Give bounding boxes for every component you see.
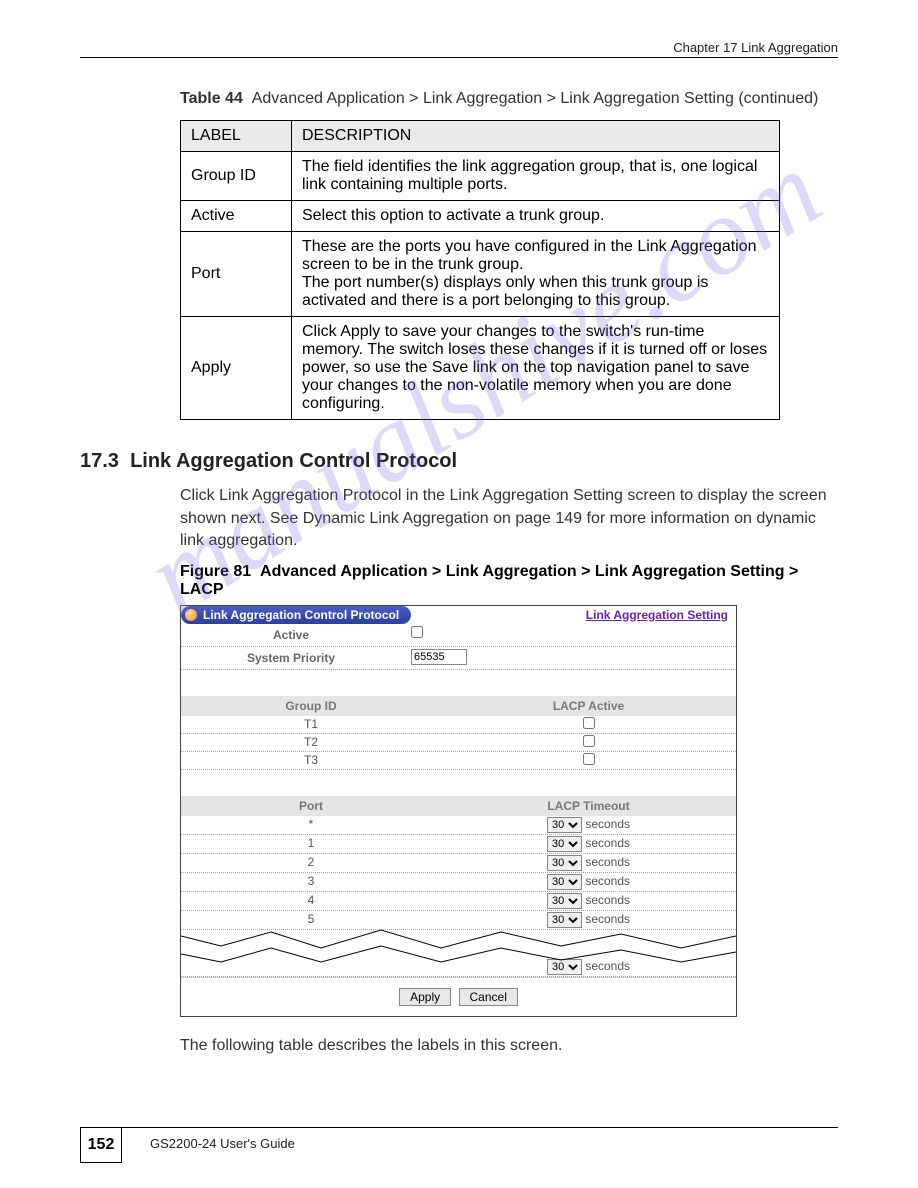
lower-paragraph: The following table describes the labels… bbox=[180, 1035, 838, 1057]
port-cell: 4 bbox=[181, 892, 441, 910]
cell-desc: Click Apply to save your changes to the … bbox=[292, 317, 780, 420]
footer-text: GS2200-24 User's Guide bbox=[150, 1136, 295, 1151]
port-row: * 30 seconds bbox=[181, 816, 736, 835]
group-id-cell: T1 bbox=[181, 716, 441, 733]
lacp-screenshot: Link Aggregation Control Protocol Link A… bbox=[180, 605, 737, 1017]
sphere-icon bbox=[185, 609, 197, 621]
param-head-desc: DESCRIPTION bbox=[292, 121, 780, 152]
table-caption-num: Table 44 bbox=[180, 90, 243, 107]
lacp-timeout-select[interactable]: 30 bbox=[547, 817, 582, 833]
port-table-header: Port LACP Timeout bbox=[181, 796, 736, 816]
chapter-header: Chapter 17 Link Aggregation bbox=[80, 40, 838, 55]
cell-desc: These are the ports you have configured … bbox=[292, 232, 780, 317]
lacp-timeout-select[interactable]: 30 bbox=[547, 893, 582, 909]
table-row: Group ID The field identifies the link a… bbox=[181, 152, 780, 201]
port-cell: 2 bbox=[181, 854, 441, 872]
timeout-unit: seconds bbox=[585, 874, 630, 888]
lacp-active-checkbox[interactable] bbox=[583, 735, 595, 747]
table-caption: Table 44 Advanced Application > Link Agg… bbox=[180, 88, 838, 110]
cell-label: Port bbox=[181, 232, 292, 317]
section-heading: 17.3 Link Aggregation Control Protocol bbox=[80, 450, 838, 473]
table-row: Apply Click Apply to save your changes t… bbox=[181, 317, 780, 420]
section-title: Link Aggregation Control Protocol bbox=[130, 450, 457, 472]
section-paragraph: Click Link Aggregation Protocol in the L… bbox=[180, 485, 838, 552]
timeout-unit: seconds bbox=[585, 817, 630, 831]
col-group-id: Group ID bbox=[181, 696, 441, 716]
torn-edge bbox=[181, 924, 736, 964]
parameter-table: LABEL DESCRIPTION Group ID The field ide… bbox=[180, 120, 780, 420]
col-lacp-active: LACP Active bbox=[441, 696, 736, 716]
port-row: 3 30 seconds bbox=[181, 873, 736, 892]
group-table-header: Group ID LACP Active bbox=[181, 696, 736, 716]
port-cell: 1 bbox=[181, 835, 441, 853]
group-row: T1 bbox=[181, 716, 736, 734]
figure-title: Advanced Application > Link Aggregation … bbox=[180, 563, 798, 598]
lacp-active-checkbox[interactable] bbox=[583, 717, 595, 729]
cancel-button[interactable]: Cancel bbox=[459, 988, 518, 1006]
figure-caption: Figure 81 Advanced Application > Link Ag… bbox=[180, 563, 838, 599]
port-row: 1 30 seconds bbox=[181, 835, 736, 854]
table-row: Active Select this option to activate a … bbox=[181, 201, 780, 232]
timeout-unit: seconds bbox=[585, 855, 630, 869]
lacp-active-checkbox[interactable] bbox=[583, 753, 595, 765]
col-port: Port bbox=[181, 796, 441, 816]
cell-label: Group ID bbox=[181, 152, 292, 201]
table-row: Port These are the ports you have config… bbox=[181, 232, 780, 317]
lacp-timeout-select[interactable]: 30 bbox=[547, 836, 582, 852]
lacp-timeout-select[interactable]: 30 bbox=[547, 874, 582, 890]
link-aggregation-setting-link[interactable]: Link Aggregation Setting bbox=[586, 608, 728, 622]
timeout-unit: seconds bbox=[585, 893, 630, 907]
group-id-cell: T2 bbox=[181, 734, 441, 751]
system-priority-label: System Priority bbox=[181, 649, 401, 667]
cell-label: Apply bbox=[181, 317, 292, 420]
system-priority-input[interactable] bbox=[411, 649, 467, 665]
group-row: T3 bbox=[181, 752, 736, 770]
port-cell: * bbox=[181, 816, 441, 834]
active-checkbox[interactable] bbox=[411, 626, 423, 638]
timeout-unit: seconds bbox=[585, 836, 630, 850]
lacp-timeout-select[interactable]: 30 bbox=[547, 855, 582, 871]
cell-desc: The field identifies the link aggregatio… bbox=[292, 152, 780, 201]
port-row: 2 30 seconds bbox=[181, 854, 736, 873]
panel-title: Link Aggregation Control Protocol bbox=[181, 606, 411, 624]
port-row: 4 30 seconds bbox=[181, 892, 736, 911]
group-row: T2 bbox=[181, 734, 736, 752]
apply-button[interactable]: Apply bbox=[399, 988, 451, 1006]
panel-title-text: Link Aggregation Control Protocol bbox=[203, 608, 399, 622]
page-number: 152 bbox=[80, 1127, 122, 1163]
port-cell: 3 bbox=[181, 873, 441, 891]
param-head-label: LABEL bbox=[181, 121, 292, 152]
cell-desc: Select this option to activate a trunk g… bbox=[292, 201, 780, 232]
active-label: Active bbox=[181, 626, 401, 644]
col-lacp-timeout: LACP Timeout bbox=[441, 796, 736, 816]
cell-label: Active bbox=[181, 201, 292, 232]
figure-label: Figure 81 bbox=[180, 563, 251, 580]
section-number: 17.3 bbox=[80, 450, 119, 472]
group-id-cell: T3 bbox=[181, 752, 441, 769]
table-caption-text: Advanced Application > Link Aggregation … bbox=[252, 90, 819, 107]
